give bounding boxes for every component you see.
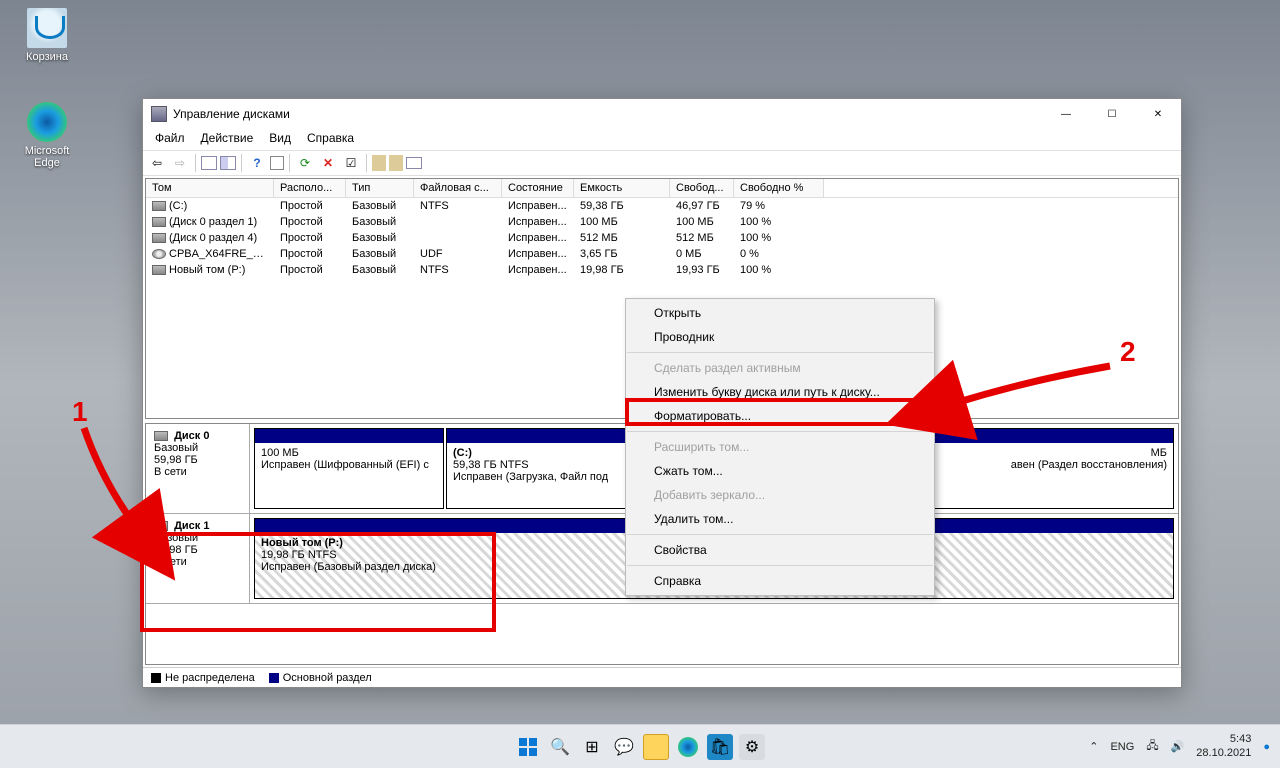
col-capacity[interactable]: Емкость: [574, 179, 670, 197]
recycle-label: Корзина: [14, 51, 80, 63]
annotation-number-2: 2: [1120, 336, 1136, 368]
tray-lang[interactable]: ENG: [1110, 741, 1134, 753]
forward-button[interactable]: ⇨: [170, 153, 190, 173]
ctx-format[interactable]: Форматировать...: [626, 404, 934, 428]
annotation-arrow-2: [940, 360, 1120, 425]
edge-label: Microsoft Edge: [14, 145, 80, 169]
taskview-button[interactable]: ⊞: [579, 734, 605, 760]
chat-button[interactable]: 💬: [611, 734, 637, 760]
annotation-arrow-1: [72, 420, 162, 545]
volume-header: Том Располо... Тип Файловая с... Состоян…: [146, 179, 1178, 198]
tb-icon[interactable]: [406, 157, 422, 169]
app-icon: [151, 106, 167, 122]
tray-clock[interactable]: 5:43 28.10.2021: [1196, 733, 1251, 759]
volume-row[interactable]: (Диск 0 раздел 4)ПростойБазовыйИсправен.…: [146, 230, 1178, 246]
col-volume[interactable]: Том: [146, 179, 274, 197]
menu-file[interactable]: Файл: [147, 129, 193, 150]
delete-icon[interactable]: ✕: [318, 153, 338, 173]
disk0-partition-recovery[interactable]: МБавен (Раздел восстановления): [928, 428, 1174, 509]
edge-button[interactable]: [675, 734, 701, 760]
tb-icon[interactable]: [372, 155, 386, 171]
taskbar[interactable]: 🔍 ⊞ 💬 🛍 ⚙ ⌃ ENG 🖧 🔊 5:43 28.10.2021 ●: [0, 724, 1280, 768]
col-type[interactable]: Тип: [346, 179, 414, 197]
tray-volume-icon[interactable]: 🔊: [1171, 740, 1185, 753]
desktop-recycle-bin[interactable]: Корзина: [14, 8, 80, 63]
ctx-extend: Расширить том...: [626, 435, 934, 459]
help-icon[interactable]: ?: [247, 153, 267, 173]
menu-action[interactable]: Действие: [193, 129, 262, 150]
tb-icon[interactable]: [270, 156, 284, 170]
check-icon[interactable]: ☑: [341, 153, 361, 173]
ctx-open[interactable]: Открыть: [626, 301, 934, 325]
ctx-props[interactable]: Свойства: [626, 538, 934, 562]
toolbar: ⇦ ⇨ ? ⟳ ✕ ☑: [143, 150, 1181, 176]
col-freepct[interactable]: Свободно %: [734, 179, 824, 197]
tb-icon[interactable]: [389, 155, 403, 171]
back-button[interactable]: ⇦: [147, 153, 167, 173]
tb-icon[interactable]: [220, 156, 236, 170]
ctx-shrink[interactable]: Сжать том...: [626, 459, 934, 483]
col-layout[interactable]: Располо...: [274, 179, 346, 197]
col-free[interactable]: Свобод...: [670, 179, 734, 197]
recycle-icon: [27, 8, 67, 48]
minimize-button[interactable]: —: [1043, 99, 1089, 129]
legend: Не распределена Основной раздел: [143, 667, 1181, 687]
context-menu: Открыть Проводник Сделать раздел активны…: [625, 298, 935, 596]
disk0-partition-1[interactable]: 100 МБИсправен (Шифрованный (EFI) с: [254, 428, 444, 509]
tray-chevron[interactable]: ⌃: [1089, 740, 1098, 753]
ctx-explorer[interactable]: Проводник: [626, 325, 934, 349]
volume-row[interactable]: (C:)ПростойБазовыйNTFSИсправен...59,38 Г…: [146, 198, 1178, 214]
start-button[interactable]: [515, 734, 541, 760]
volume-row[interactable]: CPBA_X64FRE_RU-...ПростойБазовыйUDFИспра…: [146, 246, 1178, 262]
volume-row[interactable]: Новый том (P:)ПростойБазовыйNTFSИсправен…: [146, 262, 1178, 278]
desktop-edge[interactable]: Microsoft Edge: [14, 102, 80, 169]
edge-icon: [27, 102, 67, 142]
tray-notifications-icon[interactable]: ●: [1263, 741, 1270, 753]
diskmgmt-button[interactable]: ⚙: [739, 734, 765, 760]
ctx-make-active: Сделать раздел активным: [626, 356, 934, 380]
menubar: Файл Действие Вид Справка: [143, 129, 1181, 150]
ctx-change-letter[interactable]: Изменить букву диска или путь к диску...: [626, 380, 934, 404]
search-button[interactable]: 🔍: [547, 734, 573, 760]
col-fs[interactable]: Файловая с...: [414, 179, 502, 197]
close-button[interactable]: ✕: [1135, 99, 1181, 129]
store-button[interactable]: 🛍: [707, 734, 733, 760]
menu-view[interactable]: Вид: [261, 129, 299, 150]
menu-help[interactable]: Справка: [299, 129, 362, 150]
window-title: Управление дисками: [173, 107, 1043, 121]
volume-row[interactable]: (Диск 0 раздел 1)ПростойБазовыйИсправен.…: [146, 214, 1178, 230]
ctx-mirror: Добавить зеркало...: [626, 483, 934, 507]
taskbar-center: 🔍 ⊞ 💬 🛍 ⚙: [515, 734, 765, 760]
tb-icon[interactable]: [201, 156, 217, 170]
refresh-icon[interactable]: ⟳: [295, 153, 315, 173]
maximize-button[interactable]: ☐: [1089, 99, 1135, 129]
titlebar[interactable]: Управление дисками — ☐ ✕: [143, 99, 1181, 129]
ctx-delete[interactable]: Удалить том...: [626, 507, 934, 531]
taskbar-tray: ⌃ ENG 🖧 🔊 5:43 28.10.2021 ●: [1089, 733, 1270, 759]
ctx-help[interactable]: Справка: [626, 569, 934, 593]
tray-network-icon[interactable]: 🖧: [1146, 737, 1158, 756]
explorer-button[interactable]: [643, 734, 669, 760]
col-status[interactable]: Состояние: [502, 179, 574, 197]
